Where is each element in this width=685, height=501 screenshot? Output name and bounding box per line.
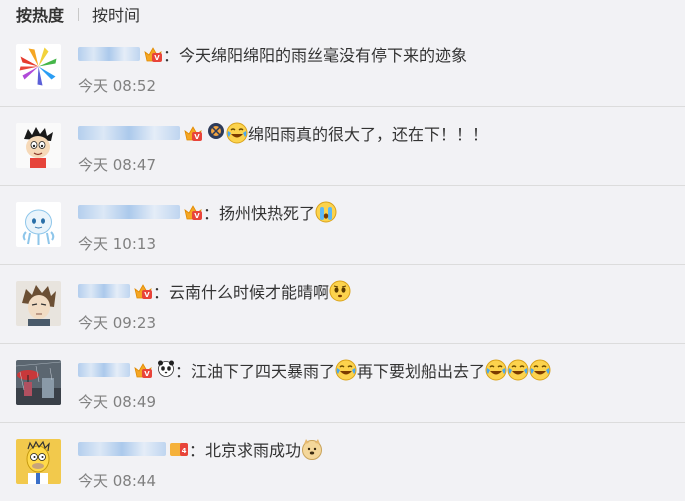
worried-emoji	[329, 280, 351, 302]
username-link[interactable]	[78, 205, 180, 219]
avatar[interactable]	[16, 360, 61, 405]
member-badge-icon[interactable]	[207, 122, 225, 144]
fan-badge-icon[interactable]	[169, 440, 189, 458]
sort-bar: 按热度 按时间	[16, 3, 140, 25]
username-link[interactable]	[78, 284, 130, 298]
username-link[interactable]	[78, 126, 180, 140]
comment-line: 绵阳雨真的很大了，还在下！！！	[78, 119, 488, 147]
comment-line: ：江油下了四天暴雨了 再下要划船出去了	[78, 356, 551, 384]
comment-time: 今天 08:49	[78, 393, 156, 411]
comment-item: ：北京求雨成功 今天 08:44	[0, 422, 685, 501]
avatar[interactable]	[16, 123, 61, 168]
vip-crown-icon[interactable]	[133, 282, 153, 300]
comment-item: ：今天绵阳绵阳的雨丝毫没有停下来的迹象 今天 08:52	[0, 28, 685, 106]
comment-line: ：北京求雨成功	[78, 435, 323, 463]
doge-emoji	[301, 438, 323, 460]
comment-item: ：云南什么时候才能晴啊 今天 09:23	[0, 264, 685, 343]
comment-time: 今天 08:47	[78, 156, 156, 174]
comment-time: 今天 08:44	[78, 472, 156, 490]
username-link[interactable]	[78, 47, 140, 61]
comment-time: 今天 09:23	[78, 314, 156, 332]
panda-icon[interactable]	[157, 359, 175, 381]
sort-divider	[78, 7, 80, 21]
comment-text-continued: 再下要划船出去了	[357, 362, 486, 381]
comment-text: ：扬州快热死了	[203, 204, 316, 223]
avatar[interactable]	[16, 281, 61, 326]
laugh-cry-emoji	[529, 359, 551, 381]
comment-item: 绵阳雨真的很大了，还在下！！！ 今天 08:47	[0, 106, 685, 185]
vip-crown-icon[interactable]	[183, 203, 203, 221]
comment-item: ：江油下了四天暴雨了 再下要划船出去了 今天 08:49	[0, 343, 685, 422]
laugh-cry-emoji	[485, 359, 507, 381]
comment-item: ：扬州快热死了 今天 10:13	[0, 185, 685, 264]
comment-line: ：今天绵阳绵阳的雨丝毫没有停下来的迹象	[78, 40, 467, 68]
vip-crown-icon[interactable]	[133, 361, 153, 379]
comment-line: ：云南什么时候才能晴啊	[78, 277, 351, 305]
avatar[interactable]	[16, 202, 61, 247]
avatar[interactable]	[16, 439, 61, 484]
vip-crown-icon[interactable]	[183, 124, 203, 142]
laugh-cry-emoji	[335, 359, 357, 381]
vip-crown-icon[interactable]	[143, 45, 163, 63]
sort-by-time-tab[interactable]: 按时间	[92, 2, 140, 26]
comment-time: 今天 10:13	[78, 235, 156, 253]
sort-by-hot-tab[interactable]: 按热度	[16, 2, 64, 26]
laugh-cry-emoji	[226, 122, 248, 144]
comment-line: ：扬州快热死了	[78, 198, 337, 226]
username-link[interactable]	[78, 363, 130, 377]
comment-time: 今天 08:52	[78, 77, 156, 95]
comment-text: ：云南什么时候才能晴啊	[153, 283, 330, 302]
comment-text: ：今天绵阳绵阳的雨丝毫没有停下来的迹象	[163, 46, 468, 65]
avatar[interactable]	[16, 44, 61, 89]
username-link[interactable]	[78, 442, 166, 456]
comment-list: ：今天绵阳绵阳的雨丝毫没有停下来的迹象 今天 08:52 绵阳雨真的很大了，还在…	[0, 28, 685, 501]
laugh-cry-emoji	[507, 359, 529, 381]
comment-text: 绵阳雨真的很大了，还在下！！！	[248, 125, 489, 144]
cry-emoji	[315, 201, 337, 223]
comment-text: ：北京求雨成功	[189, 441, 302, 460]
comment-text: ：江油下了四天暴雨了	[175, 362, 336, 381]
